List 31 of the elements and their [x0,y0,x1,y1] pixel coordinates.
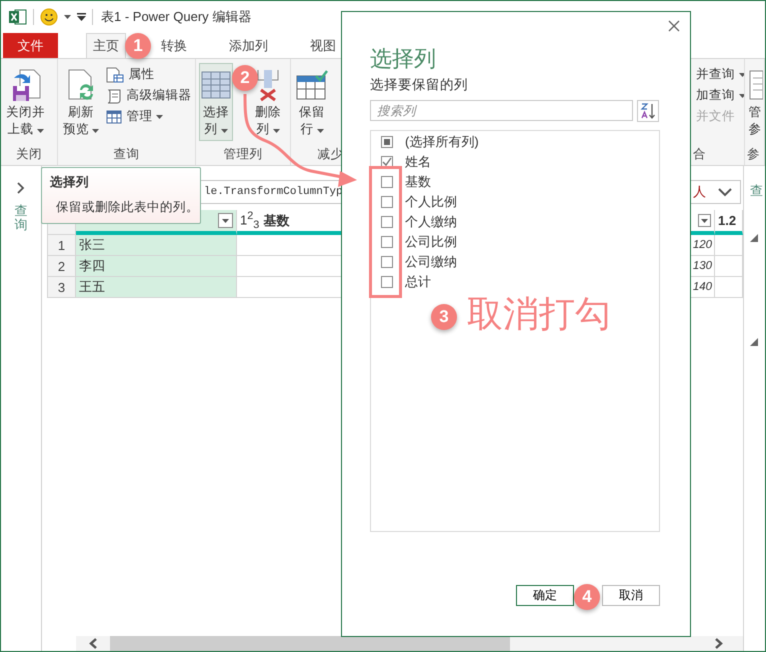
formula-text: le.TransformColumnTyp [204,186,343,198]
table-cell: 王五 [76,277,237,298]
column-name: (选择所有列) [405,133,479,151]
column-name: 公司比例 [405,233,457,251]
group-label: 合 [692,146,707,162]
table-cell: 130 [691,256,715,277]
window-title: 表1 - Power Query 编辑器 [101,8,252,26]
tooltip-title: 选择列 [50,174,90,191]
column-name: 总计 [405,273,431,291]
column-name: 基数 [405,173,431,191]
row-number: 1 [48,235,76,256]
column-name: 姓名 [405,153,431,171]
row-number: 2 [48,256,76,277]
table-cell: 120 [691,235,715,256]
step-badge: 1 [125,33,151,59]
group-label: 参 [746,146,761,162]
callout-text: 取消打勾 [467,293,611,335]
dialog-title: 选择列 [370,45,437,73]
column-name: 个人比例 [405,193,457,211]
tooltip-text: 保留或删除此表中的列。 [55,199,192,216]
column-name: 个人缴纳 [405,213,457,231]
table-cell: 140 [691,277,715,298]
table-cell: 李四 [76,256,237,277]
group-label: 查询 [112,146,140,162]
dialog-subtitle: 选择要保留的列 [370,76,469,94]
group-label: 关闭 [15,146,43,162]
column-name: 公司缴纳 [405,253,457,271]
row-number: 3 [48,277,76,298]
group-label: 管理列 [222,146,264,162]
formula-text: 人 [693,183,706,201]
table-cell: 张三 [76,235,237,256]
